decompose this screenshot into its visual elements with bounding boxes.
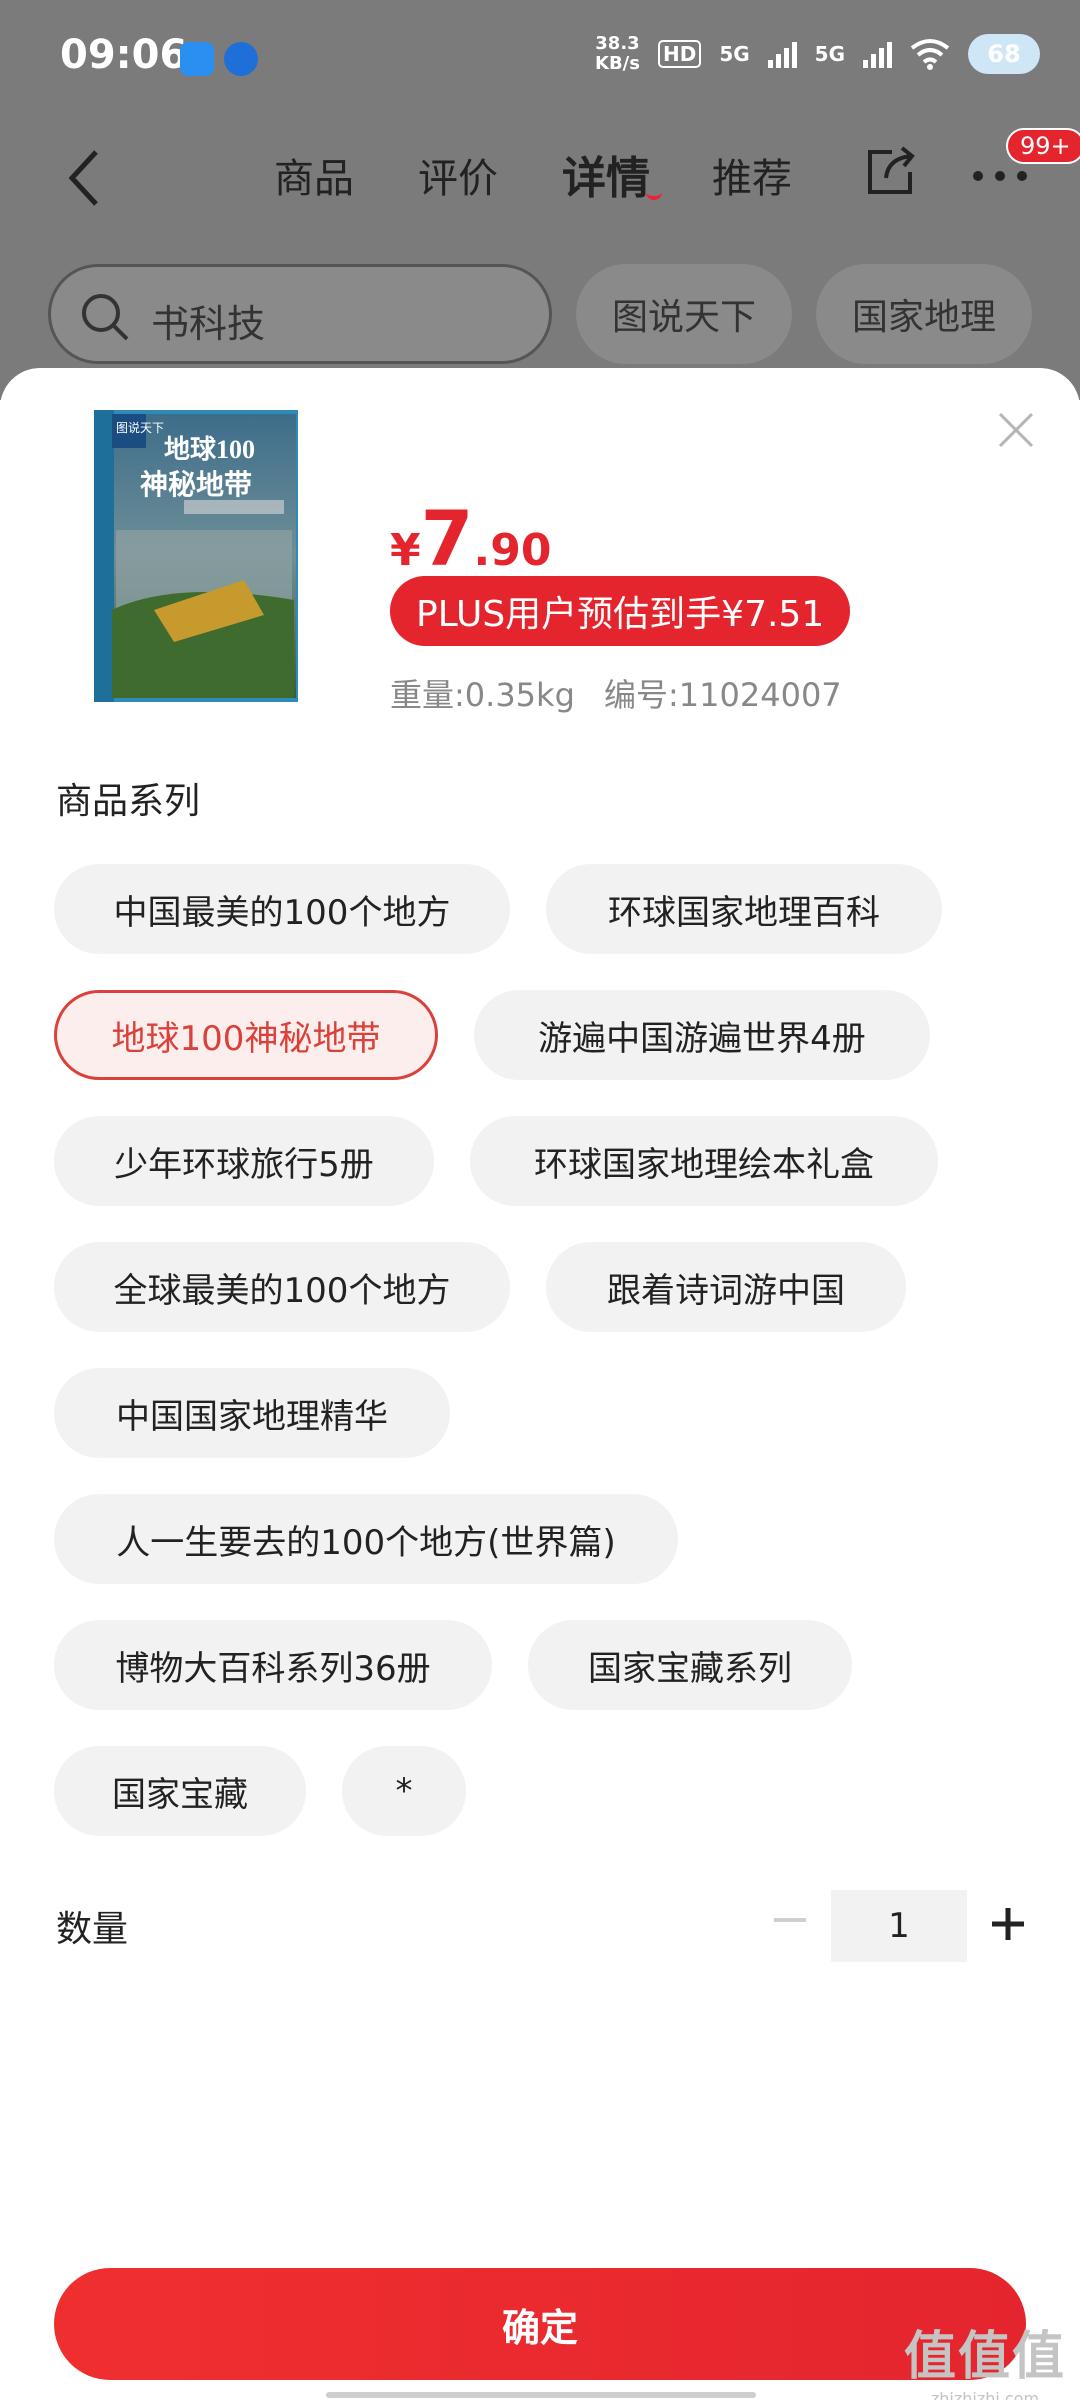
- series-section-title: 商品系列: [56, 781, 201, 822]
- price-symbol: ¥: [390, 525, 421, 576]
- quantity-increase-button[interactable]: [988, 1886, 1028, 1962]
- quantity-label: 数量: [56, 1909, 129, 1950]
- hd-icon: HD: [657, 40, 702, 68]
- product-sku: 编号:11024007: [604, 676, 842, 714]
- close-icon[interactable]: [996, 410, 1036, 450]
- search-icon: [82, 294, 129, 341]
- robot-notification-icon: [224, 42, 258, 76]
- series-option[interactable]: 环球国家地理绘本礼盒: [470, 1116, 938, 1206]
- product-cover-image: 图说天下 地球100 神秘地带: [94, 410, 298, 702]
- active-tab-indicator: [646, 184, 662, 200]
- battery-icon: 68: [968, 34, 1040, 74]
- search-input[interactable]: 书科技: [48, 264, 552, 364]
- signal-label-1: 5G: [719, 42, 750, 66]
- tab-details[interactable]: 详情: [562, 142, 650, 206]
- cover-title-line2: 神秘地带: [140, 469, 252, 501]
- search-chip-guojiadili[interactable]: 国家地理: [816, 264, 1032, 364]
- series-option[interactable]: *: [342, 1746, 466, 1836]
- series-option-selected[interactable]: 地球100神秘地带: [54, 990, 438, 1080]
- product-weight: 重量:0.35kg: [390, 676, 575, 714]
- home-indicator[interactable]: [326, 2392, 756, 2398]
- sku-selection-sheet: 图说天下 地球100 神秘地带 ¥7.90 PLUS用户预估到手¥7.51 重量…: [0, 368, 1080, 2400]
- series-option[interactable]: 全球最美的100个地方: [54, 1242, 510, 1332]
- tab-reviews[interactable]: 评价: [418, 146, 498, 204]
- share-icon[interactable]: [862, 144, 918, 200]
- net-speed: 38.3 KB/s: [595, 34, 640, 74]
- search-query: 书科技: [151, 302, 266, 346]
- confirm-button[interactable]: 确定: [54, 2268, 1026, 2380]
- series-option[interactable]: 国家宝藏: [54, 1746, 306, 1836]
- net-speed-unit: KB/s: [595, 53, 640, 74]
- series-option[interactable]: 游遍中国游遍世界4册: [474, 990, 930, 1080]
- product-price: ¥7.90: [390, 494, 551, 583]
- cover-title-line1: 地球100: [164, 435, 255, 464]
- watermark-url: zhizhizhi.com: [930, 2389, 1040, 2400]
- series-option[interactable]: 中国国家地理精华: [54, 1368, 450, 1458]
- back-arrow-icon[interactable]: [62, 148, 112, 208]
- series-option[interactable]: 少年环球旅行5册: [54, 1116, 434, 1206]
- background-page-overlay: 09:06 38.3 KB/s HD 5G 5G 68 商品 评价 详情 推荐 …: [0, 0, 1080, 400]
- series-option[interactable]: 跟着诗词游中国: [546, 1242, 906, 1332]
- cover-series-label: 图说天下: [116, 420, 164, 435]
- more-options-icon[interactable]: [970, 168, 1030, 184]
- search-chip-tushuotianxia[interactable]: 图说天下: [576, 264, 792, 364]
- top-navigation: 商品 评价 详情 推荐 99+: [0, 118, 1080, 242]
- app-notification-icon: [180, 42, 214, 76]
- watermark: 值值值 zhizhizhi.com: [904, 2314, 1066, 2400]
- status-indicators: 38.3 KB/s HD 5G 5G 68: [595, 34, 1040, 74]
- series-option[interactable]: 国家宝藏系列: [528, 1620, 852, 1710]
- message-count-badge: 99+: [1006, 128, 1080, 164]
- search-row: 书科技 图说天下 国家地理: [0, 242, 1080, 382]
- price-decimal: .90: [473, 525, 552, 576]
- signal-label-2: 5G: [814, 42, 845, 66]
- series-option[interactable]: 博物大百科系列36册: [54, 1620, 492, 1710]
- plus-member-price: PLUS用户预估到手¥7.51: [390, 576, 851, 646]
- quantity-decrease-button[interactable]: [770, 1882, 810, 1958]
- tab-product[interactable]: 商品: [274, 146, 354, 204]
- price-integer: 7: [420, 494, 474, 583]
- watermark-logo: 值值值: [903, 2327, 1066, 2387]
- net-speed-value: 38.3: [595, 33, 640, 54]
- quantity-value[interactable]: 1: [831, 1890, 967, 1962]
- tab-recommend[interactable]: 推荐: [712, 146, 792, 204]
- signal-bars-icon: [767, 40, 797, 68]
- series-option[interactable]: 环球国家地理百科: [546, 864, 942, 954]
- status-bar: 09:06 38.3 KB/s HD 5G 5G 68: [0, 0, 1080, 118]
- status-time: 09:06: [60, 32, 188, 78]
- series-option[interactable]: 中国最美的100个地方: [54, 864, 510, 954]
- wifi-icon: [910, 39, 950, 70]
- signal-bars-icon-2: [863, 40, 892, 68]
- series-option[interactable]: 人一生要去的100个地方(世界篇): [54, 1494, 678, 1584]
